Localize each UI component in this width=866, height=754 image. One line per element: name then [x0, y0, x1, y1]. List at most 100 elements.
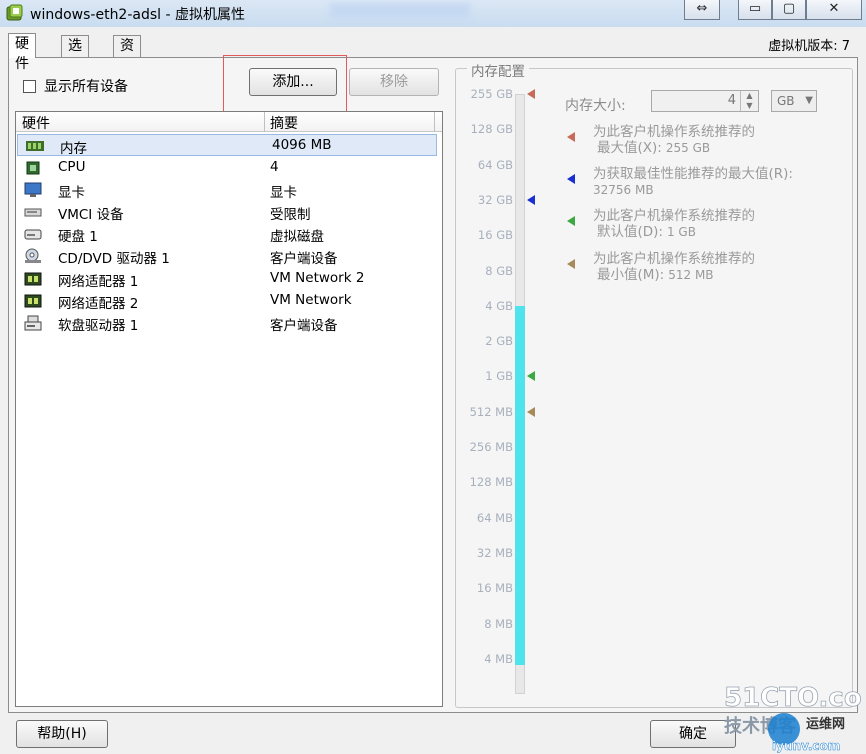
list-header: 硬件 摘要	[16, 112, 442, 132]
tab-hardware[interactable]: 硬件	[8, 33, 36, 72]
legend-caption: 最大值(X):	[597, 140, 662, 156]
memory-size-value: 4	[727, 93, 736, 108]
header-divider	[434, 112, 435, 132]
maximize-button[interactable]: ▢	[772, 0, 806, 20]
dialog-frame: 硬件 选项 资源 虚拟机版本: 7 显示所有设备 添加... 移除 硬件 摘要 …	[0, 27, 866, 754]
memory-icon	[26, 141, 44, 151]
legend-item: 为此客户机操作系统推荐的 默认值(D): 1 GB	[593, 208, 755, 240]
legend-item: 为此客户机操作系统推荐的 最小值(M): 512 MB	[593, 251, 755, 283]
memory-marker-icon	[527, 89, 535, 99]
memory-scale-tick-label: 8 GB	[485, 263, 513, 278]
legend-item: 为此客户机操作系统推荐的 最大值(X): 255 GB	[593, 124, 755, 156]
list-item-network-1[interactable]: 网络适配器 1 VM Network 2	[16, 268, 442, 290]
vm-version-label: 虚拟机版本: 7	[768, 39, 850, 54]
hardware-summary: 虚拟磁盘	[270, 229, 324, 245]
hardware-summary: 客户端设备	[270, 251, 338, 267]
memory-scale-tick-label: 8 MB	[484, 616, 513, 631]
legend-marker-icon	[567, 174, 575, 184]
hardware-name: CD/DVD 驱动器 1	[58, 251, 170, 267]
highlight-box	[223, 55, 347, 117]
legend-line: 为此客户机操作系统推荐的	[593, 124, 755, 140]
memory-unit-value: GB	[777, 94, 795, 108]
legend-marker-icon	[567, 132, 575, 142]
minimize-button[interactable]: ▭	[738, 0, 772, 20]
close-button[interactable]: ✕	[806, 0, 862, 20]
memory-scale-tick-label: 32 MB	[476, 545, 513, 560]
legend-value: 255 GB	[665, 141, 711, 155]
hardware-summary: 显卡	[270, 185, 297, 201]
memory-scale-tick-label: 255 GB	[470, 87, 513, 101]
show-all-devices-checkbox[interactable]: 显示所有设备	[23, 76, 128, 96]
list-item-cpu[interactable]: CPU 4	[16, 157, 442, 179]
legend-value: 512 MB	[668, 268, 714, 282]
list-item-network-2[interactable]: 网络适配器 2 VM Network	[16, 290, 442, 312]
legend-line: 为获取最佳性能推荐的最大值(R):	[593, 166, 793, 182]
harddisk-icon	[24, 229, 42, 240]
legend-value: 1 GB	[666, 225, 696, 239]
hardware-summary: VM Network	[270, 292, 352, 308]
watermark-sub: 运维网	[806, 716, 845, 732]
memory-slider-fill[interactable]	[515, 305, 525, 665]
hardware-name: 网络适配器 1	[58, 274, 139, 290]
watermark-site: 51CTO.com	[724, 683, 862, 713]
legend-value: 32756 MB	[593, 183, 654, 197]
legend-item: 为获取最佳性能推荐的最大值(R): 32756 MB	[593, 166, 793, 198]
legend-detail: 最大值(X): 255 GB	[593, 140, 755, 156]
memory-scale-tick-label: 4 MB	[484, 651, 513, 666]
list-item-memory[interactable]: 内存 4096 MB	[17, 134, 437, 157]
back-button[interactable]: ⇔	[684, 0, 720, 20]
memory-scale-tick-label: 2 GB	[485, 334, 513, 349]
cpu-icon	[26, 161, 40, 175]
hardware-list[interactable]: 硬件 摘要 内存 4096 MB CPU 4 显卡 显卡 VMCI 设备 受限制…	[15, 111, 443, 707]
legend-detail: 最小值(M): 512 MB	[593, 267, 755, 283]
list-item-harddisk[interactable]: 硬盘 1 虚拟磁盘	[16, 223, 442, 245]
column-header-summary[interactable]: 摘要	[270, 113, 298, 133]
list-item-floppy[interactable]: 软盘驱动器 1 客户端设备	[16, 312, 442, 334]
memory-size-label: 内存大小:	[565, 98, 626, 114]
spinner-arrows-icon[interactable]: ▲ ▼	[740, 91, 758, 111]
legend-line: 为此客户机操作系统推荐的	[593, 208, 755, 224]
memory-scale-tick-label: 64 MB	[476, 510, 513, 525]
tab-resources[interactable]: 资源	[113, 35, 141, 74]
memory-size-spinner[interactable]: 4 ▲ ▼	[651, 90, 759, 112]
memory-scale-tick-label: 512 MB	[469, 404, 513, 419]
memory-scale-tick-label: 128 MB	[469, 475, 513, 490]
hardware-summary: 受限制	[270, 207, 311, 223]
hardware-name: VMCI 设备	[58, 207, 124, 223]
floppy-icon	[24, 315, 42, 331]
legend-detail: 32756 MB	[593, 182, 793, 198]
remove-button[interactable]: 移除	[349, 68, 439, 96]
network-adapter-icon	[24, 272, 42, 286]
memory-scale-tick-label: 256 MB	[469, 440, 513, 454]
memory-marker-icon	[527, 194, 535, 205]
help-button[interactable]: 帮助(H)	[16, 720, 108, 748]
hardware-summary: 4	[270, 159, 279, 175]
hardware-summary: 4096 MB	[272, 137, 332, 153]
watermark-logo: 51CTO.com 技术博客 运维网 iyunv.com	[724, 683, 862, 754]
memory-marker-icon	[527, 371, 535, 382]
hardware-name: 软盘驱动器 1	[58, 318, 139, 334]
vmci-icon	[24, 208, 42, 217]
memory-scale-tick-label: 16 MB	[476, 581, 513, 596]
column-header-hardware[interactable]: 硬件	[22, 113, 50, 133]
memory-scale-tick-label: 128 GB	[470, 122, 513, 137]
display-icon	[24, 182, 42, 197]
legend-caption: 最小值(M):	[597, 267, 665, 283]
hardware-summary: VM Network 2	[270, 270, 365, 286]
memory-scale-tick-label: 64 GB	[477, 157, 513, 172]
checkbox-box[interactable]	[23, 79, 36, 93]
memory-scale-tick-label: 1 GB	[485, 369, 513, 384]
memory-config-title: 内存配置	[467, 60, 529, 80]
vm-app-icon	[6, 4, 23, 21]
list-item-cddvd[interactable]: CD/DVD 驱动器 1 客户端设备	[16, 245, 442, 267]
hardware-name: 显卡	[58, 185, 85, 201]
cdrom-icon	[25, 248, 41, 263]
watermark-url: iyunv.com	[772, 739, 840, 753]
header-divider	[264, 112, 265, 132]
memory-unit-select[interactable]: GB ▼	[771, 90, 817, 112]
list-item-display[interactable]: 显卡 显卡	[16, 179, 442, 201]
network-adapter-icon	[24, 294, 42, 308]
hardware-name: CPU	[58, 159, 86, 175]
tab-options[interactable]: 选项	[61, 35, 89, 74]
list-item-vmci[interactable]: VMCI 设备 受限制	[16, 201, 442, 223]
